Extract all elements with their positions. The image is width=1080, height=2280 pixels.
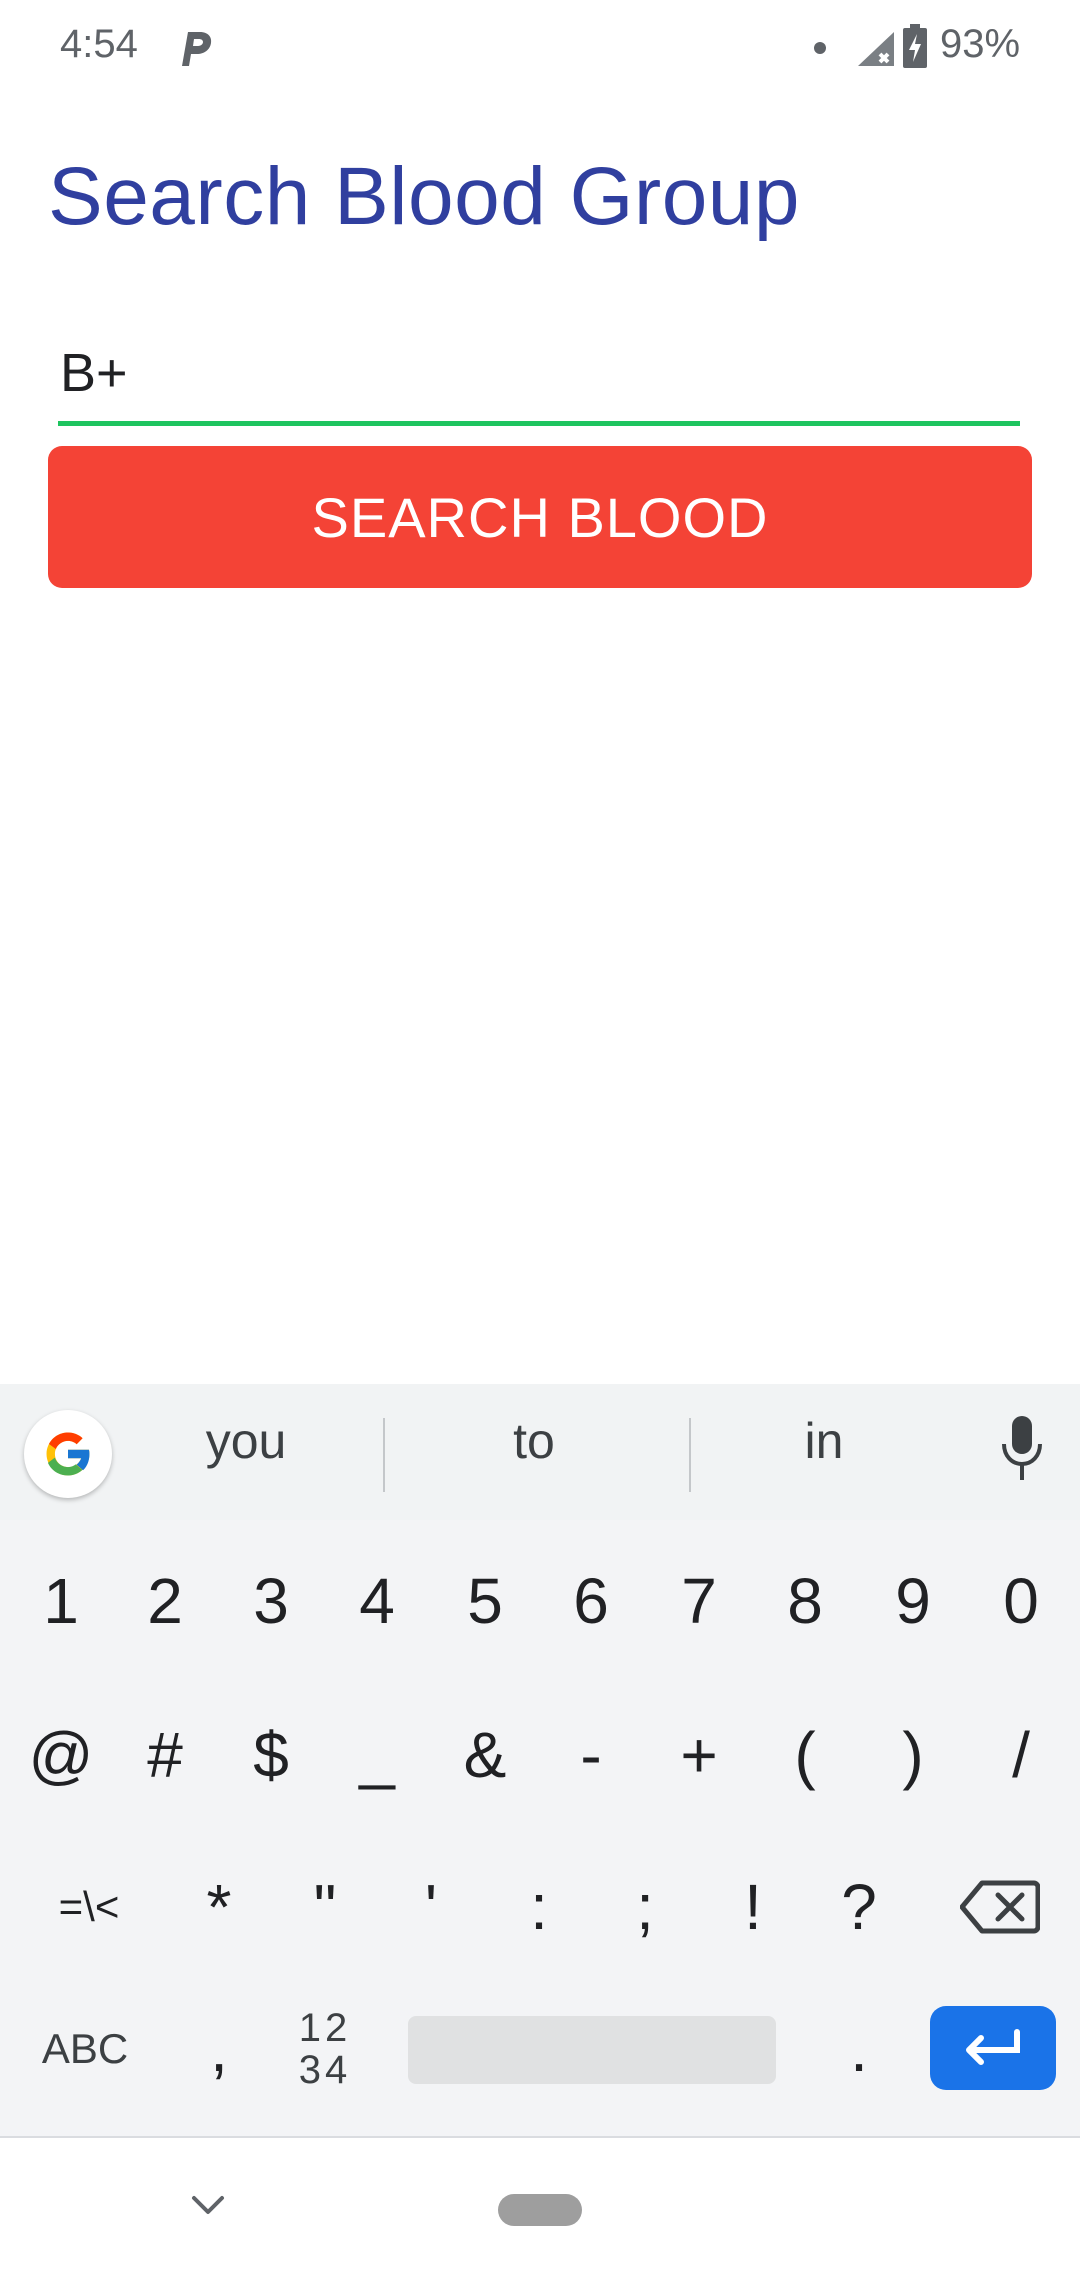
key-9[interactable]: 9 bbox=[860, 1526, 966, 1676]
navigation-bar bbox=[0, 2136, 1080, 2280]
key-single-quote[interactable]: ' bbox=[378, 1832, 484, 1982]
keyboard-row-digits: 1 2 3 4 5 6 7 8 9 0 bbox=[0, 1526, 1080, 1676]
key-colon[interactable]: : bbox=[486, 1832, 592, 1982]
enter-arrow-icon bbox=[966, 2029, 1020, 2065]
key-more-symbols[interactable]: =\< bbox=[34, 1832, 144, 1982]
suggestion-divider bbox=[689, 1418, 691, 1492]
key-minus[interactable]: - bbox=[538, 1680, 644, 1830]
key-8[interactable]: 8 bbox=[752, 1526, 858, 1676]
key-at[interactable]: @ bbox=[8, 1680, 114, 1830]
key-ampersand[interactable]: & bbox=[432, 1680, 538, 1830]
key-comma[interactable]: , bbox=[166, 1984, 272, 2114]
signal-no-data-icon bbox=[858, 32, 894, 66]
battery-charging-icon bbox=[903, 24, 927, 68]
key-double-quote[interactable]: " bbox=[272, 1832, 378, 1982]
key-plus[interactable]: + bbox=[646, 1680, 752, 1830]
chevron-down-icon[interactable] bbox=[188, 2190, 228, 2220]
key-5[interactable]: 5 bbox=[432, 1526, 538, 1676]
key-6[interactable]: 6 bbox=[538, 1526, 644, 1676]
suggestion-you[interactable]: you bbox=[146, 1412, 346, 1470]
battery-percentage: 93% bbox=[940, 22, 1021, 66]
backspace-icon bbox=[960, 1880, 1040, 1934]
microphone-icon[interactable] bbox=[1000, 1414, 1044, 1484]
soft-keyboard: you to in 1 2 3 4 5 6 7 8 9 0 @ # $ _ & … bbox=[0, 1384, 1080, 2136]
blood-group-input[interactable]: B+ bbox=[58, 336, 1020, 426]
space-key[interactable] bbox=[408, 2016, 776, 2084]
search-blood-button[interactable]: SEARCH BLOOD bbox=[48, 446, 1032, 588]
status-bar: 4:54 93% bbox=[0, 0, 1080, 100]
keyboard-row-symbols: @ # $ _ & - + ( ) / bbox=[0, 1680, 1080, 1830]
numpad-key-bottom: 34 bbox=[298, 2048, 352, 2092]
numpad-key[interactable]: 12 34 bbox=[272, 1984, 378, 2114]
key-dollar[interactable]: $ bbox=[218, 1680, 324, 1830]
key-3[interactable]: 3 bbox=[218, 1526, 324, 1676]
key-7[interactable]: 7 bbox=[646, 1526, 752, 1676]
key-slash[interactable]: / bbox=[968, 1680, 1074, 1830]
suggestion-strip: you to in bbox=[0, 1384, 1080, 1520]
key-underscore[interactable]: _ bbox=[324, 1680, 430, 1830]
abc-key[interactable]: ABC bbox=[30, 1984, 140, 2114]
suggestion-divider bbox=[383, 1418, 385, 1492]
key-open-paren[interactable]: ( bbox=[752, 1680, 858, 1830]
suggestion-in[interactable]: in bbox=[724, 1412, 924, 1470]
google-button[interactable] bbox=[24, 1410, 112, 1498]
key-close-paren[interactable]: ) bbox=[860, 1680, 966, 1830]
status-time: 4:54 bbox=[60, 22, 138, 66]
home-pill[interactable] bbox=[498, 2194, 582, 2226]
keyboard-row-bottom: ABC , 12 34 . bbox=[0, 1984, 1080, 2114]
key-period[interactable]: . bbox=[806, 1984, 912, 2114]
enter-key[interactable] bbox=[930, 2006, 1056, 2090]
backspace-key[interactable] bbox=[940, 1832, 1060, 1982]
google-logo-icon bbox=[46, 1432, 91, 1476]
parking-notification-icon bbox=[182, 32, 212, 66]
key-0[interactable]: 0 bbox=[968, 1526, 1074, 1676]
blood-group-input-value: B+ bbox=[60, 343, 128, 403]
key-semicolon[interactable]: ; bbox=[592, 1832, 698, 1982]
keyboard-row-symbols-2: =\< * " ' : ; ! ? bbox=[0, 1832, 1080, 1982]
page-title: Search Blood Group bbox=[48, 151, 801, 242]
suggestion-to[interactable]: to bbox=[434, 1412, 634, 1470]
key-exclamation[interactable]: ! bbox=[700, 1832, 806, 1982]
key-4[interactable]: 4 bbox=[324, 1526, 430, 1676]
key-2[interactable]: 2 bbox=[112, 1526, 218, 1676]
key-question[interactable]: ? bbox=[806, 1832, 912, 1982]
notification-dot-icon bbox=[814, 42, 826, 54]
key-asterisk[interactable]: * bbox=[166, 1832, 272, 1982]
numpad-key-top: 12 bbox=[298, 2006, 352, 2050]
key-hash[interactable]: # bbox=[112, 1680, 218, 1830]
key-1[interactable]: 1 bbox=[8, 1526, 114, 1676]
